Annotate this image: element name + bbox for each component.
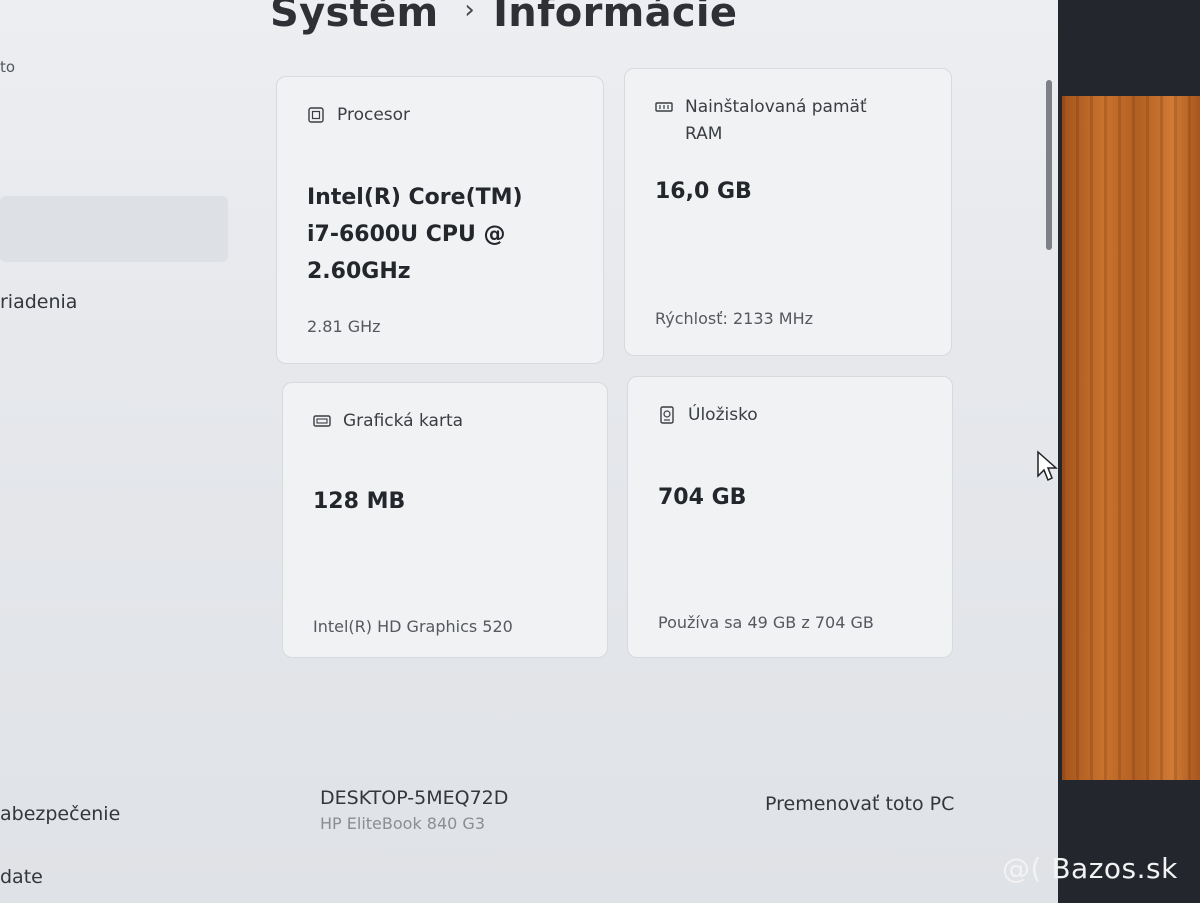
sidebar-item-4[interactable]: date bbox=[0, 866, 43, 888]
storage-value: 704 GB bbox=[658, 485, 747, 510]
storage-drive-icon bbox=[660, 406, 674, 424]
ram-title-line-1: Nainštalovaná pamäť bbox=[685, 97, 867, 117]
gpu-name: Intel(R) HD Graphics 520 bbox=[313, 617, 513, 636]
processor-value-line-3: 2.60GHz bbox=[307, 259, 411, 284]
gpu-memory-value: 128 MB bbox=[313, 489, 406, 514]
sidebar-selected-highlight bbox=[0, 196, 228, 262]
sidebar-item-1[interactable]: to bbox=[0, 58, 15, 76]
processor-card-header: Procesor bbox=[307, 105, 410, 125]
device-model: HP EliteBook 840 G3 bbox=[320, 814, 485, 833]
breadcrumb-parent[interactable]: Systém bbox=[270, 0, 438, 36]
ram-speed: Rýchlosť: 2133 MHz bbox=[655, 309, 814, 328]
ram-title-line-2: RAM bbox=[685, 124, 723, 144]
ram-card-header: Nainštalovaná pamäť RAM bbox=[655, 97, 867, 151]
storage-card: Úložisko 704 GB Používa sa 49 GB z 704 G… bbox=[627, 376, 953, 658]
storage-title: Úložisko bbox=[688, 405, 758, 425]
processor-card: Procesor Intel(R) Core(TM) i7-6600U CPU … bbox=[276, 76, 604, 364]
breadcrumb: Systém › Informácie bbox=[270, 0, 737, 50]
gpu-title: Grafická karta bbox=[343, 411, 464, 431]
wood-grain bbox=[1062, 96, 1200, 780]
breadcrumb-separator-icon: › bbox=[464, 0, 476, 25]
sidebar-item-2[interactable]: riadenia bbox=[0, 291, 77, 313]
storage-card-header: Úložisko bbox=[658, 405, 758, 425]
processor-value: Intel(R) Core(TM) i7-6600U CPU @ 2.60GHz bbox=[307, 179, 523, 290]
page-title: Informácie bbox=[493, 0, 738, 36]
settings-window: to riadenia abezpečenie date Systém › Info… bbox=[0, 0, 1058, 903]
storage-usage: Používa sa 49 GB z 704 GB bbox=[658, 613, 874, 632]
processor-title: Procesor bbox=[337, 105, 411, 125]
sidebar: to riadenia abezpečenie date bbox=[0, 0, 250, 903]
device-name: DESKTOP-5MEQ72D bbox=[320, 787, 509, 809]
display-adapter-icon bbox=[313, 415, 331, 427]
memory-icon bbox=[655, 102, 673, 112]
processor-speed: 2.81 GHz bbox=[307, 317, 381, 336]
cpu-icon bbox=[308, 107, 324, 123]
bazos-watermark: @( Bazos.sk bbox=[1002, 852, 1178, 885]
mouse-pointer-icon bbox=[1037, 450, 1058, 482]
ram-card: Nainštalovaná pamäť RAM 16,0 GB Rýchlosť… bbox=[624, 68, 952, 356]
gpu-card-header: Grafická karta bbox=[313, 411, 463, 431]
gpu-card: Grafická karta 128 MB Intel(R) HD Graphi… bbox=[282, 382, 608, 658]
sidebar-item-3[interactable]: abezpečenie bbox=[0, 803, 120, 825]
scrollbar-thumb[interactable] bbox=[1046, 80, 1052, 250]
processor-value-line-1: Intel(R) Core(TM) bbox=[307, 185, 523, 210]
rename-pc-button[interactable]: Premenovať toto PC bbox=[765, 793, 954, 815]
ram-value: 16,0 GB bbox=[655, 179, 752, 204]
processor-value-line-2: i7-6600U CPU @ bbox=[307, 222, 506, 247]
